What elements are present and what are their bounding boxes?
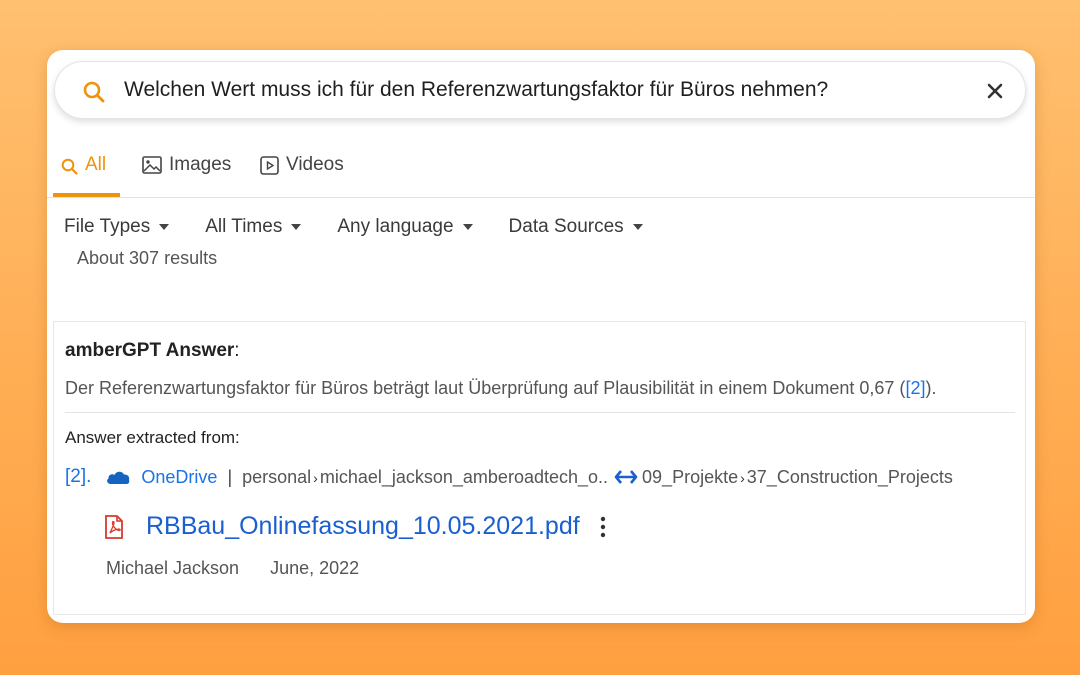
filter-file-types-label: File Types	[64, 216, 151, 237]
file-result: RBBau_Onlinefassung_10.05.2021.pdf	[104, 512, 606, 541]
search-results-card: Welchen Wert muss ich für den Referenzwa…	[47, 50, 1035, 623]
source-provider-link[interactable]: OneDrive	[141, 467, 217, 488]
onedrive-cloud-icon	[107, 471, 130, 484]
filter-data-sources[interactable]: Data Sources	[509, 216, 643, 238]
file-date: June, 2022	[270, 558, 360, 578]
tab-videos-label: Videos	[286, 154, 344, 175]
search-input[interactable]: Welchen Wert muss ich für den Referenzwa…	[124, 78, 828, 102]
breadcrumb-item: michael_jackson_amberoadtech_o..	[319, 466, 609, 487]
search-icon	[61, 158, 78, 175]
filter-all-times[interactable]: All Times	[205, 216, 302, 238]
tab-all-label: All	[85, 154, 107, 175]
chevron-right-icon: ›	[740, 469, 745, 486]
more-vertical-icon[interactable]	[600, 516, 606, 538]
caret-down-icon	[291, 224, 302, 230]
breadcrumb-item: 37_Construction_Projects	[746, 466, 953, 487]
filter-file-types[interactable]: File Types	[64, 216, 170, 238]
pdf-file-icon	[105, 514, 123, 539]
close-icon[interactable]	[985, 81, 1005, 101]
filter-bar: File Types All Times Any language Data S…	[64, 216, 679, 238]
breadcrumb-item: 09_Projekte	[642, 466, 739, 487]
divider	[65, 412, 1015, 413]
extracted-from-label: Answer extracted from:	[65, 428, 240, 447]
source-row: [2]. OneDrive | personal › michael_jackson…	[65, 466, 953, 488]
separator: |	[227, 466, 233, 487]
file-author: Michael Jackson	[106, 558, 240, 578]
video-icon	[260, 156, 279, 175]
answer-text-end: ).	[925, 378, 937, 398]
chevron-right-icon: ›	[313, 469, 318, 486]
answer-title: amberGPT Answer:	[65, 340, 240, 362]
search-bar[interactable]: Welchen Wert muss ich für den Referenzwa…	[54, 61, 1026, 119]
results-count: About 307 results	[77, 248, 218, 268]
filter-all-times-label: All Times	[205, 216, 283, 237]
tab-videos[interactable]: Videos	[260, 154, 344, 194]
file-meta: Michael Jackson June, 2022	[106, 558, 359, 579]
breadcrumb-path-tail: 09_Projekte › 37_Construction_Projects	[642, 467, 953, 488]
answer-text: Der Referenzwartungsfaktor für Büros bet…	[65, 378, 936, 399]
file-title-link[interactable]: RBBau_Onlinefassung_10.05.2021.pdf	[146, 512, 580, 541]
search-icon	[83, 81, 105, 103]
answer-text-body: Der Referenzwartungsfaktor für Büros bet…	[65, 378, 906, 398]
answer-title-text: amberGPT Answer	[65, 340, 235, 361]
ai-answer-panel: amberGPT Answer: Der Referenzwartungsfak…	[53, 321, 1026, 615]
caret-down-icon	[159, 224, 170, 230]
answer-reference-link[interactable]: [2]	[905, 378, 925, 398]
filter-language[interactable]: Any language	[337, 216, 473, 238]
active-tab-indicator	[53, 193, 120, 197]
swap-arrows-icon[interactable]	[614, 469, 638, 485]
tab-all[interactable]: All	[61, 154, 106, 194]
tab-bar: All Images Videos	[47, 146, 1035, 198]
filter-data-sources-label: Data Sources	[508, 216, 624, 237]
breadcrumb-path: personal › michael_jackson_amberoadtech_o.…	[242, 467, 608, 488]
image-icon	[142, 156, 162, 174]
caret-down-icon	[632, 224, 643, 230]
filter-language-label: Any language	[337, 216, 454, 237]
source-number-link[interactable]: [2].	[65, 466, 91, 488]
tab-images-label: Images	[169, 154, 232, 175]
breadcrumb-item: personal	[242, 466, 312, 487]
tab-images[interactable]: Images	[142, 154, 231, 194]
answer-title-colon: :	[234, 340, 240, 361]
caret-down-icon	[462, 224, 473, 230]
